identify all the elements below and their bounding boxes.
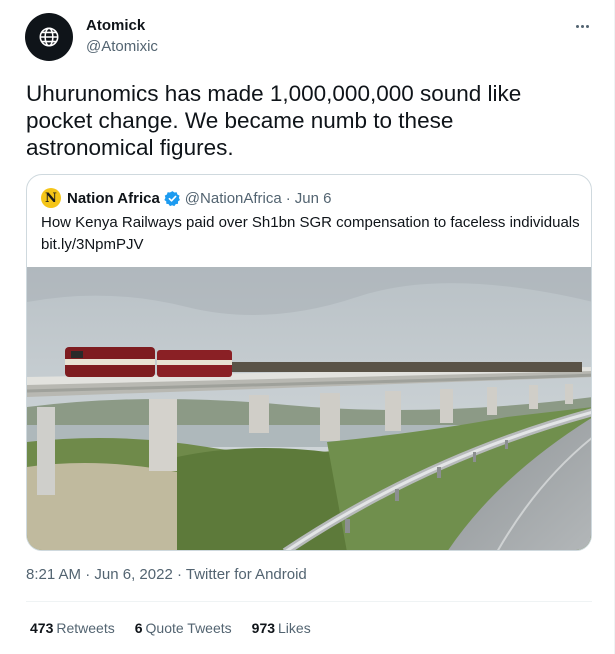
author-handle[interactable]: @Atomixic	[86, 38, 158, 55]
more-options-button[interactable]	[570, 16, 594, 36]
quote-tweets-label: Quote Tweets	[145, 620, 232, 636]
quote-tweet-card[interactable]: N Nation Africa @NationAfrica · Jun 6 Ho…	[26, 174, 592, 551]
tweet-time[interactable]: 8:21 AM	[26, 566, 81, 583]
retweets-count: 473	[30, 620, 54, 636]
quote-avatar[interactable]: N	[41, 188, 61, 208]
more-dots-icon	[575, 24, 579, 28]
likes-count: 973	[251, 620, 276, 636]
quote-link[interactable]: bit.ly/3NpmPJV	[41, 234, 581, 256]
likes-label: Likes	[278, 620, 311, 636]
retweets-stat[interactable]: 473 Retweets	[30, 620, 115, 636]
quote-separator: ·	[285, 189, 291, 207]
quote-text: How Kenya Railways paid over Sh1bn SGR c…	[41, 212, 581, 256]
quote-tweets-count: 6	[134, 620, 143, 636]
tweet-date[interactable]: Jun 6, 2022	[94, 566, 172, 583]
retweets-label: Retweets	[56, 620, 115, 636]
engagement-stats: 473 Retweets 6 Quote Tweets 973 Likes	[30, 620, 311, 636]
quote-body: How Kenya Railways paid over Sh1bn SGR c…	[41, 214, 580, 231]
author-name[interactable]: Atomick	[86, 17, 145, 34]
avatar[interactable]	[25, 13, 73, 61]
tweet: Atomick @Atomixic Uhurunomics has made 1…	[0, 0, 615, 654]
globe-icon	[39, 27, 59, 47]
quote-date[interactable]: Jun 6	[295, 190, 332, 207]
verified-badge-icon	[164, 190, 181, 207]
quote-author-name[interactable]: Nation Africa	[67, 190, 160, 207]
timestamp-separator: ·	[85, 566, 91, 583]
tweet-timestamp: 8:21 AM · Jun 6, 2022 · Twitter for Andr…	[26, 566, 307, 583]
quote-author-handle[interactable]: @NationAfrica	[185, 190, 282, 207]
more-dot	[580, 24, 584, 28]
quote-image[interactable]	[27, 267, 592, 551]
quote-header: N Nation Africa @NationAfrica · Jun 6	[41, 188, 331, 208]
likes-stat[interactable]: 973 Likes	[252, 620, 311, 636]
tweet-text: Uhurunomics has made 1,000,000,000 sound…	[26, 81, 522, 160]
more-dot	[585, 24, 589, 28]
timestamp-separator: ·	[176, 566, 182, 583]
divider	[26, 601, 592, 602]
quote-tweets-stat[interactable]: 6 Quote Tweets	[135, 620, 232, 636]
tweet-source[interactable]: Twitter for Android	[186, 566, 307, 583]
